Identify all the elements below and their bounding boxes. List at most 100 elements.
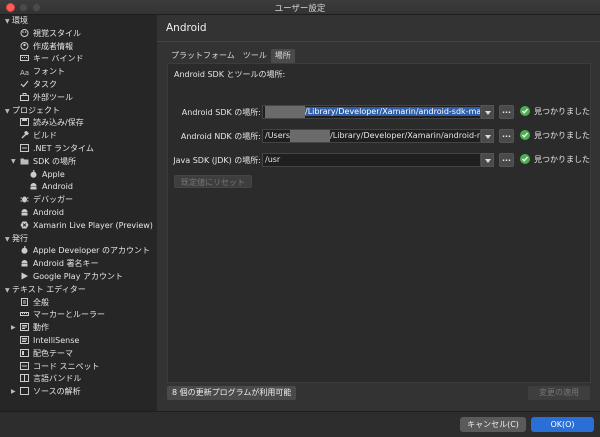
android-icon	[29, 182, 38, 190]
category-label: 発行	[12, 233, 28, 243]
sidebar-item-label: 配色テーマ	[33, 348, 73, 358]
sidebar-item-label: Android 署名キー	[33, 259, 99, 269]
sidebar-item-android[interactable]: Android	[0, 207, 157, 220]
sidebar-item-xamarin-live-player[interactable]: Xamarin Live Player (Preview)	[0, 220, 157, 233]
java-sdk-dropdown-button[interactable]	[481, 153, 494, 167]
sidebar-item-tasks[interactable]: タスク	[0, 79, 157, 92]
document-icon	[20, 297, 29, 306]
snippet-icon	[20, 361, 29, 370]
sidebar-item-label: 動作	[33, 323, 49, 333]
sidebar-item-label: ソースの解析	[33, 387, 81, 397]
sidebar-item-label: Xamarin Live Player (Preview)	[33, 220, 153, 230]
folder-icon	[20, 157, 29, 165]
java-sdk-browse-button[interactable]: ...	[499, 153, 514, 167]
java-sdk-path-input[interactable]: /usr	[262, 153, 481, 167]
found-check-icon	[520, 106, 530, 116]
category-publishing[interactable]: ▼ 発行	[0, 233, 157, 246]
updates-available-button[interactable]: 8 個の更新プログラムが利用可能	[167, 386, 297, 400]
sidebar-item-source-analysis[interactable]: ▶ ソースの解析	[0, 386, 157, 399]
android-icon	[20, 259, 29, 267]
sidebar-item-label: デバッガー	[33, 195, 73, 205]
android-sdk-dropdown-button[interactable]	[481, 105, 494, 119]
apply-changes-button[interactable]: 変更の適用	[528, 386, 590, 400]
sidebar-item-fonts[interactable]: Aa フォント	[0, 66, 157, 79]
sidebar-item-load-save[interactable]: 読み込み/保存	[0, 117, 157, 130]
sidebar-item-label: SDK の場所	[33, 156, 77, 166]
sidebar-item-label: ビルド	[33, 131, 57, 141]
android-sdk-path-input[interactable]: /Library/Developer/Xamarin/android-sdk-m…	[262, 105, 481, 119]
android-ndk-dropdown-button[interactable]	[481, 129, 494, 143]
ruler-icon	[20, 310, 29, 318]
apple-icon	[20, 246, 29, 255]
android-ndk-row: Android NDK の場所: /Users/Library/Develope…	[168, 129, 592, 143]
java-sdk-row: Java SDK (JDK) の場所: /usr ... 見つかりました	[168, 153, 592, 167]
sidebar-item-markers-rulers[interactable]: マーカーとルーラー	[0, 309, 157, 322]
category-projects[interactable]: ▼ プロジェクト	[0, 105, 157, 118]
status-text: 見つかりました	[534, 131, 590, 140]
sidebar-item-android-signing-keys[interactable]: Android 署名キー	[0, 258, 157, 271]
sidebar-item-visual-style[interactable]: 視覚スタイル	[0, 28, 157, 41]
sidebar-item-author-info[interactable]: 作成者情報	[0, 41, 157, 54]
dialog-footer: キャンセル(C) OK(O)	[0, 411, 600, 437]
tab-tools[interactable]: ツール	[239, 49, 271, 63]
person-icon	[20, 41, 29, 50]
preferences-window: ユーザー設定 ▼ 環境 視覚スタイル 作成者情報 キー バインド Aa フォント タ…	[0, 0, 600, 437]
android-sdk-path-text: /Library/Developer/Xamarin/android-sdk-m…	[305, 107, 480, 116]
sidebar-item-label: 読み込み/保存	[33, 118, 84, 128]
sidebar-item-debugger[interactable]: デバッガー	[0, 194, 157, 207]
category-text-editor[interactable]: ▼ テキスト エディター	[0, 284, 157, 297]
sidebar-item-label: キー バインド	[33, 54, 84, 64]
behavior-icon	[20, 323, 29, 332]
sidebar-item-language-bundles[interactable]: 言語バンドル	[0, 373, 157, 386]
sidebar-item-color-theme[interactable]: 配色テーマ	[0, 348, 157, 361]
android-sdk-browse-button[interactable]: ...	[499, 105, 514, 119]
android-icon	[20, 208, 29, 216]
redacted-username	[265, 106, 305, 118]
sidebar-item-build[interactable]: ビルド	[0, 130, 157, 143]
disclosure-down-icon[interactable]: ▼	[11, 156, 16, 169]
sidebar-item-general[interactable]: 全般	[0, 297, 157, 310]
keyboard-icon	[20, 54, 29, 62]
reset-to-defaults-button[interactable]: 既定値にリセット	[174, 175, 252, 188]
sidebar-item-key-bindings[interactable]: キー バインド	[0, 53, 157, 66]
sidebar-item-label: Android	[33, 207, 64, 217]
tab-platforms[interactable]: プラットフォーム	[167, 49, 239, 63]
sidebar-item-label: 視覚スタイル	[33, 28, 81, 38]
sidebar-item-apple[interactable]: Apple	[0, 169, 157, 182]
sidebar-item-google-play-accounts[interactable]: Google Play アカウント	[0, 271, 157, 284]
sidebar-item-code-snippets[interactable]: コード スニペット	[0, 361, 157, 374]
sidebar-item-android-sdk[interactable]: Android	[0, 181, 157, 194]
palette-icon	[20, 28, 29, 37]
tab-bar: プラットフォーム ツール 場所	[167, 49, 295, 63]
android-ndk-path-input[interactable]: /Users/Library/Developer/Xamarin/android…	[262, 129, 481, 143]
tab-locations[interactable]: 場所	[270, 49, 295, 63]
sidebar-item-label: フォント	[33, 67, 65, 77]
sidebar-item-dotnet-runtime[interactable]: .NET ランタイム	[0, 143, 157, 156]
sidebar-item-label: .NET ランタイム	[33, 143, 94, 153]
sidebar-item-behavior[interactable]: ▶ 動作	[0, 322, 157, 335]
redacted-username	[290, 130, 331, 142]
found-check-icon	[520, 130, 530, 140]
locations-panel: Android SDK とツールの場所: Android SDK の場所: /L…	[167, 63, 591, 383]
runtime-icon	[20, 143, 29, 152]
found-check-icon	[520, 154, 530, 164]
settings-sidebar[interactable]: ▼ 環境 視覚スタイル 作成者情報 キー バインド Aa フォント タスク 外部ツー…	[0, 15, 157, 411]
sidebar-item-apple-developer-accounts[interactable]: Apple Developer のアカウント	[0, 245, 157, 258]
sidebar-item-label: タスク	[33, 79, 57, 89]
sidebar-item-sdk-locations[interactable]: ▼ SDK の場所	[0, 156, 157, 169]
sidebar-item-intellisense[interactable]: IntelliSense	[0, 335, 157, 348]
android-ndk-browse-button[interactable]: ...	[499, 129, 514, 143]
sidebar-item-label: マーカーとルーラー	[33, 310, 105, 320]
ok-button[interactable]: OK(O)	[531, 417, 594, 432]
disclosure-right-icon[interactable]: ▶	[11, 386, 16, 399]
disclosure-right-icon[interactable]: ▶	[11, 322, 16, 335]
sidebar-item-label: Apple	[42, 169, 65, 179]
cancel-button[interactable]: キャンセル(C)	[460, 417, 526, 432]
toolbox-icon	[20, 92, 29, 101]
sidebar-item-label: コード スニペット	[33, 361, 100, 371]
bundle-icon	[20, 374, 29, 383]
android-sdk-label: Android SDK の場所:	[181, 108, 261, 117]
java-sdk-path-text: /usr	[265, 155, 281, 164]
category-environment[interactable]: ▼ 環境	[0, 15, 157, 28]
sidebar-item-external-tools[interactable]: 外部ツール	[0, 92, 157, 105]
